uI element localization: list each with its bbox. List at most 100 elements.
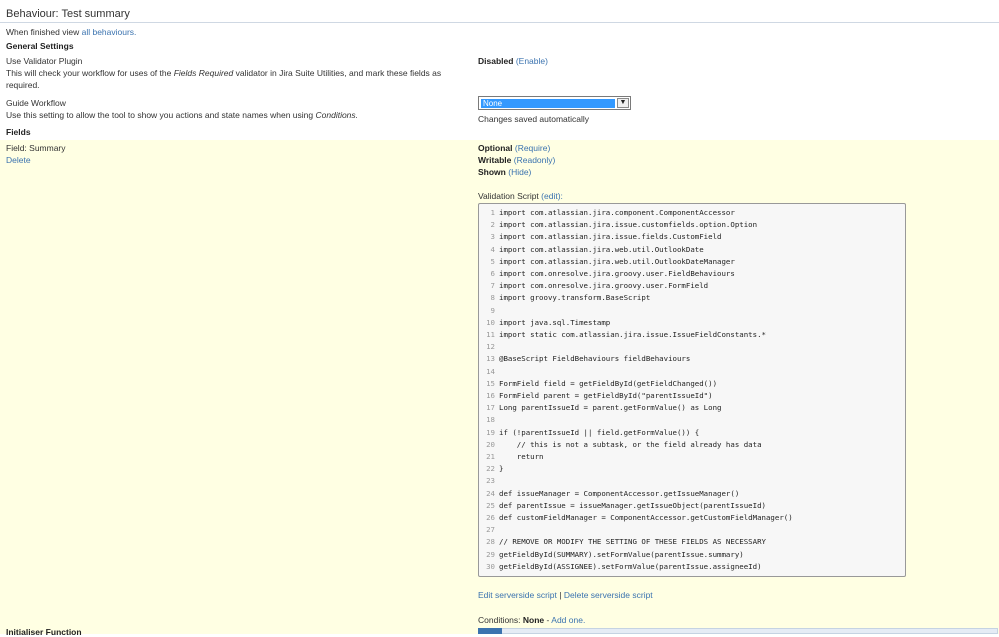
code-text: import com.atlassian.jira.web.util.Outlo… <box>499 244 704 254</box>
code-line: 8 import groovy.transform.BaseScript <box>479 292 905 304</box>
code-text: import com.onresolve.jira.groovy.user.Fo… <box>499 281 709 291</box>
guide-workflow-select[interactable]: None ▼ <box>478 96 631 110</box>
line-number: 17 <box>486 403 495 413</box>
guide-workflow-description: Use this setting to allow the tool to sh… <box>6 109 358 121</box>
code-line: 20 // this is not a subtask, or the fiel… <box>479 439 905 451</box>
line-number: 21 <box>486 452 495 461</box>
validation-script-row: Validation Script (edit): <box>478 190 563 202</box>
code-line: 21 return <box>479 451 905 463</box>
add-condition-link[interactable]: Add one. <box>551 615 585 625</box>
initialiser-heading: Initialiser Function <box>6 627 82 637</box>
validator-desc-3: required. <box>6 80 40 90</box>
guide-workflow-label: Guide Workflow <box>6 98 66 108</box>
line-number: 4 <box>490 244 495 254</box>
code-text: // this is not a subtask, or the field a… <box>499 439 762 449</box>
changes-saved-note: Changes saved automatically <box>478 114 590 124</box>
code-line: 27 <box>479 524 905 536</box>
hide-link[interactable]: (Hide) <box>508 167 531 177</box>
guide-workflow-selected: None <box>481 99 615 108</box>
code-text: import com.onresolve.jira.groovy.user.Fi… <box>499 269 735 278</box>
line-number: 18 <box>486 415 495 425</box>
code-text: if (!parentIssueId || field.getFormValue… <box>499 427 700 437</box>
code-line: 14 <box>479 366 905 378</box>
enable-validator-link[interactable]: (Enable) <box>516 56 548 66</box>
code-text: import com.atlassian.jira.issue.fields.C… <box>499 232 722 242</box>
code-text: import com.atlassian.jira.web.util.Outlo… <box>499 256 735 266</box>
fields-heading: Fields <box>6 127 31 137</box>
code-line: 30 getFieldById(ASSIGNEE).setFormValue(pa… <box>479 561 905 573</box>
writable-row: Writable (Readonly) <box>478 154 555 166</box>
validation-script-label: Validation Script <box>478 191 539 201</box>
all-behaviours-link[interactable]: all behaviours. <box>82 27 137 37</box>
delete-serverside-link[interactable]: Delete serverside script <box>564 590 653 600</box>
edit-serverside-link[interactable]: Edit serverside script <box>478 590 557 600</box>
code-text: // REMOVE OR MODIFY THE SETTING OF THESE… <box>499 537 766 547</box>
serverside-links: Edit serverside script | Delete serversi… <box>478 589 653 601</box>
line-number: 22 <box>486 464 495 474</box>
delete-field-link[interactable]: Delete <box>6 154 31 166</box>
code-text: getFieldById(SUMMARY).setFormValue(paren… <box>499 549 744 559</box>
general-settings-heading: General Settings <box>6 41 74 51</box>
code-text: import com.atlassian.jira.issue.customfi… <box>499 220 758 230</box>
code-editor[interactable]: 1 import com.atlassian.jira.component.Com… <box>478 203 906 577</box>
readonly-link[interactable]: (Readonly) <box>514 155 556 165</box>
guide-desc-1: Use this setting to allow the tool to sh… <box>6 110 314 120</box>
code-text: } <box>499 464 504 474</box>
code-line: 19 if (!parentIssueId || field.getFormVal… <box>479 427 905 439</box>
shown-row: Shown (Hide) <box>478 166 531 178</box>
validator-status: Disabled (Enable) <box>478 55 548 67</box>
line-number: 25 <box>486 500 495 510</box>
optional-status: Optional <box>478 143 513 153</box>
line-number: 6 <box>490 269 495 278</box>
code-line: 10 import java.sql.Timestamp <box>479 317 905 329</box>
code-line: 17 Long parentIssueId = parent.getFormVal… <box>479 402 905 414</box>
title-divider <box>0 22 999 23</box>
line-number: 12 <box>486 342 495 352</box>
code-line: 13 @BaseScript FieldBehaviours fieldBehav… <box>479 353 905 365</box>
validator-label: Use Validator Plugin <box>6 56 83 66</box>
code-line: 5 import com.atlassian.jira.web.util.Outl… <box>479 256 905 268</box>
initialiser-editor-tab[interactable] <box>478 628 502 634</box>
finished-prefix: When finished view <box>6 27 80 37</box>
code-line: 12 <box>479 341 905 353</box>
chevron-down-icon[interactable]: ▼ <box>617 98 629 108</box>
code-line: 6 import com.onresolve.jira.groovy.user.F… <box>479 268 905 280</box>
code-line: 3 import com.atlassian.jira.issue.fields.… <box>479 231 905 243</box>
line-number: 30 <box>486 561 495 571</box>
code-line: 1 import com.atlassian.jira.component.Com… <box>479 207 905 219</box>
code-line: 26 def customFieldManager = ComponentAcce… <box>479 512 905 524</box>
conditions-label: Conditions: <box>478 615 521 625</box>
optional-row: Optional (Require) <box>478 142 550 154</box>
line-number: 7 <box>490 281 495 291</box>
line-number: 5 <box>490 256 495 266</box>
initialiser-editor-bar[interactable] <box>478 628 998 634</box>
validator-description: This will check your workflow for uses o… <box>6 67 466 79</box>
line-number: 11 <box>486 330 495 339</box>
writable-status: Writable <box>478 155 512 165</box>
code-text: import com.atlassian.jira.component.Comp… <box>499 208 735 217</box>
line-number: 28 <box>486 537 495 547</box>
code-text: import java.sql.Timestamp <box>499 317 611 327</box>
guide-desc-em: Conditions. <box>315 110 359 120</box>
line-number: 15 <box>486 378 495 388</box>
line-number: 8 <box>490 293 495 303</box>
code-text: @BaseScript FieldBehaviours fieldBehavio… <box>499 354 691 364</box>
code-text: def issueManager = ComponentAccessor.get… <box>499 488 740 498</box>
code-line: 9 <box>479 305 905 317</box>
field-label: Field: Summary <box>6 143 66 153</box>
line-number: 14 <box>486 366 495 376</box>
validator-desc-2: validator in Jira Suite Utilities, and m… <box>235 68 442 78</box>
validator-desc-em: Fields Required <box>173 68 234 78</box>
line-number: 27 <box>486 525 495 535</box>
conditions-dash: - <box>546 615 550 625</box>
line-number: 26 <box>486 513 495 522</box>
code-text: def parentIssue = issueManager.getIssueO… <box>499 500 766 510</box>
line-number: 13 <box>486 354 495 364</box>
edit-validation-link[interactable]: (edit): <box>541 191 563 201</box>
line-number: 24 <box>486 488 495 498</box>
line-number: 2 <box>490 220 495 230</box>
code-line: 23 <box>479 475 905 487</box>
code-line: 4 import com.atlassian.jira.web.util.Outl… <box>479 244 905 256</box>
code-line: 29 getFieldById(SUMMARY).setFormValue(par… <box>479 549 905 561</box>
require-link[interactable]: (Require) <box>515 143 550 153</box>
